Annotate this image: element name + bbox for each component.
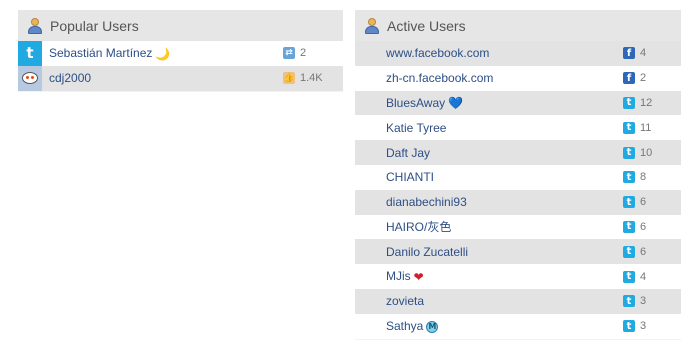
user-link[interactable]: zh-cn.facebook.com (386, 71, 623, 85)
twitter-icon: t (623, 121, 635, 134)
like-icon: 👍 (283, 72, 295, 85)
twitter-icon: t (623, 320, 635, 333)
stat: t6 (623, 220, 681, 233)
twitter-icon: t (623, 270, 635, 283)
list-item[interactable]: t Sebastián Martínez 🌙 ⇄ 2 (18, 41, 343, 66)
twitter-icon: t (623, 245, 635, 258)
stat: 👍 1.4K (283, 72, 323, 85)
twitter-icon: t (623, 96, 635, 109)
user-link[interactable]: zovieta (386, 294, 623, 308)
list-item[interactable]: CHIANTI t8 (355, 164, 681, 190)
stat: t3 (623, 295, 681, 308)
stat: t8 (623, 171, 681, 184)
users-icon (365, 17, 379, 34)
user-link[interactable]: Danilo Zucatelli (386, 245, 623, 259)
stat: t3 (623, 320, 681, 333)
moon-emoji: 🌙 (155, 46, 171, 61)
user-link[interactable]: Sathya M (386, 319, 623, 333)
stat: f2 (623, 72, 681, 85)
list-item[interactable]: zh-cn.facebook.com f2 (355, 65, 681, 91)
user-link[interactable]: Daft Jay (386, 146, 623, 160)
list-item[interactable]: Sathya M t3 (355, 313, 681, 339)
list-item[interactable]: Daft Jay t 10 (355, 140, 681, 165)
user-link[interactable]: Katie Tyree (386, 121, 623, 135)
list-item[interactable]: cdj2000 👍 1.4K (18, 65, 343, 91)
stat: t 11 (623, 121, 681, 134)
users-icon (28, 17, 42, 34)
user-link[interactable]: cdj2000 (49, 71, 283, 85)
user-link[interactable]: MJis ❤ (386, 269, 623, 284)
stat: t 12 (623, 96, 681, 109)
facebook-icon: f (623, 72, 635, 85)
stat: t6 (623, 245, 681, 258)
blue-heart-emoji: 💙 (448, 96, 464, 111)
twitter-icon: t (623, 220, 635, 233)
stat: t4 (623, 270, 681, 283)
red-heart-emoji: ❤ (413, 269, 424, 284)
list-item[interactable]: zovieta t3 (355, 288, 681, 314)
facebook-icon: f (623, 47, 635, 60)
user-link[interactable]: CHIANTI (386, 170, 623, 184)
stat: t 10 (623, 146, 681, 159)
user-link[interactable]: Sebastián Martínez 🌙 (49, 46, 283, 61)
user-link[interactable]: HAIRO/灰色 (386, 218, 623, 235)
list-item[interactable]: BluesAway 💙 t 12 (355, 90, 681, 116)
popular-users-title: Popular Users (50, 17, 139, 34)
list-item[interactable]: Danilo Zucatelli t6 (355, 239, 681, 265)
user-link[interactable]: dianabechini93 (386, 195, 623, 209)
list-item[interactable]: MJis ❤ t4 (355, 264, 681, 289)
active-users-header: Active Users (355, 10, 681, 41)
retweet-icon: ⇄ (283, 47, 295, 60)
list-item[interactable]: dianabechini93 t6 (355, 189, 681, 215)
reddit-icon (18, 65, 42, 91)
twitter-icon: t (623, 146, 635, 159)
twitter-icon: t (623, 295, 635, 308)
twitter-icon: t (623, 171, 635, 184)
stat: f4 (623, 47, 681, 60)
user-link[interactable]: BluesAway 💙 (386, 96, 623, 111)
list-item[interactable]: www.facebook.com f4 (355, 41, 681, 66)
stat: ⇄ 2 (283, 47, 343, 60)
user-link[interactable]: www.facebook.com (386, 46, 623, 60)
list-item[interactable]: Katie Tyree t 11 (355, 115, 681, 141)
circled-m-emoji: M (426, 320, 439, 333)
popular-users-header: Popular Users (18, 10, 343, 41)
twitter-icon: t (623, 196, 635, 209)
popular-users-panel: Popular Users t Sebastián Martínez 🌙 ⇄ 2 … (18, 10, 343, 92)
list-item[interactable]: HAIRO/灰色 t6 (355, 214, 681, 240)
twitter-icon: t (18, 41, 42, 66)
active-users-panel: Active Users f t www.facebook.com f4 zh-… (355, 10, 681, 340)
stat: t6 (623, 196, 681, 209)
active-users-list: f t www.facebook.com f4 zh-cn.facebook.c… (355, 41, 681, 339)
active-users-title: Active Users (387, 17, 466, 34)
